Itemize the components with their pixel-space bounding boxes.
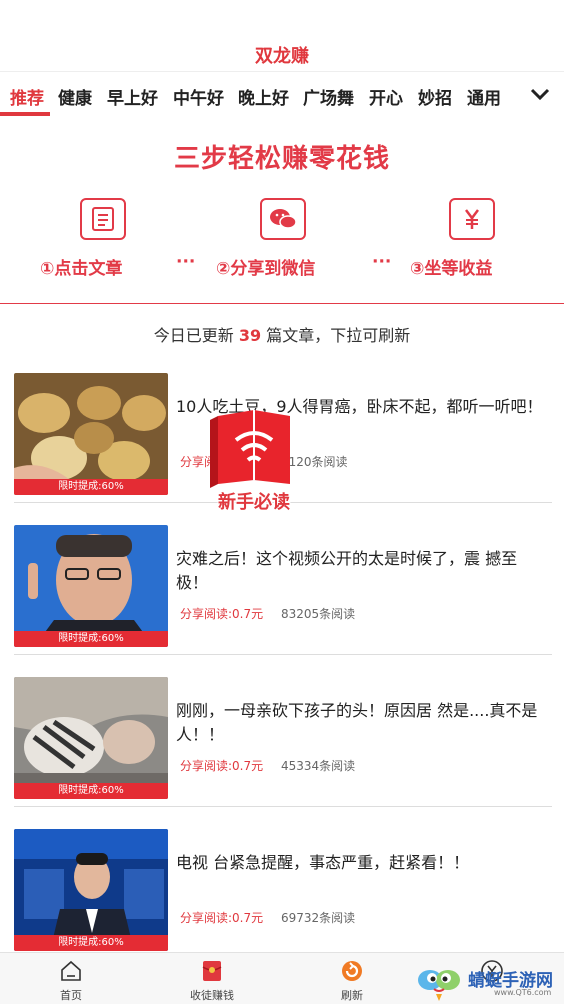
notice-count: 39 bbox=[238, 326, 262, 345]
step-1-label: ①点击文章 bbox=[40, 259, 123, 279]
tab-general[interactable]: 通用 bbox=[467, 84, 501, 109]
nav-home-label: 首页 bbox=[60, 989, 82, 1002]
beginner-guide-label: 新手必读 bbox=[218, 492, 290, 513]
article-reads: 45334条阅读 bbox=[280, 759, 356, 773]
article-title[interactable]: 刚刚，一母亲砍下孩子的头！原因居 然是....真不是人！！ bbox=[176, 699, 546, 747]
article-item[interactable]: 限时提成:60% 灾难之后！这个视频公开的太是时候了，震 撼至极！ 分享阅读:0… bbox=[14, 525, 552, 655]
article-title[interactable]: 电视 台紧急提醒，事态严重，赶紧看！！ bbox=[176, 851, 546, 875]
article-reward: 分享阅读:0.7元 bbox=[180, 911, 264, 925]
tab-active-indicator bbox=[0, 112, 50, 116]
step-3-label: ③坐等收益 bbox=[410, 259, 493, 279]
chevron-down-icon[interactable] bbox=[528, 82, 552, 106]
tab-happy[interactable]: 开心 bbox=[369, 84, 403, 109]
site-watermark: 蜻蜓手游网 www.QT6.com bbox=[416, 958, 564, 1004]
nav-refresh-label: 刷新 bbox=[341, 989, 363, 1002]
refresh-icon bbox=[342, 961, 362, 981]
commission-tag: 限时提成:60% bbox=[14, 935, 168, 951]
step-2-label: ②分享到微信 bbox=[216, 259, 316, 279]
document-icon bbox=[80, 198, 126, 240]
wechat-icon bbox=[260, 198, 306, 240]
article-meta: 分享阅读:0.7元 69732条阅读 bbox=[180, 909, 355, 926]
article-thumbnail: 限时提成:60% bbox=[14, 373, 168, 495]
article-item[interactable]: 限时提成:60% 刚刚，一母亲砍下孩子的头！原因居 然是....真不是人！！ 分… bbox=[14, 677, 552, 807]
article-reads: 83205条阅读 bbox=[280, 607, 356, 621]
tab-good-evening[interactable]: 晚上好 bbox=[238, 84, 289, 109]
category-tabs: 推荐 健康 早上好 中午好 晚上好 广场舞 开心 妙招 通用 bbox=[0, 80, 564, 116]
dragonfly-logo-icon bbox=[418, 970, 460, 1001]
banner-title: 三步轻松赚零花钱 bbox=[173, 144, 390, 174]
app-title: 双龙赚 bbox=[255, 46, 309, 67]
article-thumbnail: 限时提成:60% bbox=[14, 677, 168, 799]
nav-refresh[interactable]: 刷新 bbox=[312, 957, 392, 1003]
article-thumbnail: 限时提成:60% bbox=[14, 525, 168, 647]
app-header: 双龙赚 bbox=[0, 0, 564, 72]
article-thumbnail: 限时提成:60% bbox=[14, 829, 168, 951]
update-notice: 今日已更新 39 篇文章，下拉可刷新 bbox=[0, 322, 564, 346]
article-item[interactable]: 限时提成:60% 电视 台紧急提醒，事态严重，赶紧看！！ 分享阅读:0.7元 6… bbox=[14, 829, 552, 951]
home-icon bbox=[61, 960, 81, 981]
notice-suffix: 篇文章，下拉可刷新 bbox=[266, 326, 411, 345]
commission-tag: 限时提成:60% bbox=[14, 479, 168, 495]
tab-tips[interactable]: 妙招 bbox=[418, 84, 452, 109]
article-meta: 分享阅读:0.7元 45334条阅读 bbox=[180, 757, 355, 774]
book-icon bbox=[210, 410, 290, 488]
watermark-url: www.QT6.com bbox=[494, 988, 552, 997]
yuan-icon bbox=[449, 198, 495, 240]
tab-square-dance[interactable]: 广场舞 bbox=[303, 84, 354, 109]
how-it-works-banner: 三步轻松赚零花钱 ①点击文章 ··· ②分享到微信 ··· ③坐等收益 bbox=[0, 120, 564, 304]
step-separator: ··· bbox=[372, 252, 392, 272]
nav-recruit[interactable]: 收徒赚钱 bbox=[172, 957, 252, 1003]
commission-tag: 限时提成:60% bbox=[14, 631, 168, 647]
article-title[interactable]: 灾难之后！这个视频公开的太是时候了，震 撼至极！ bbox=[176, 547, 546, 595]
article-reward: 分享阅读:0.7元 bbox=[180, 607, 264, 621]
commission-tag: 限时提成:60% bbox=[14, 783, 168, 799]
tab-good-morning[interactable]: 早上好 bbox=[107, 84, 158, 109]
notice-prefix: 今日已更新 bbox=[153, 326, 234, 345]
article-reward: 分享阅读:0.7元 bbox=[180, 759, 264, 773]
tab-recommend[interactable]: 推荐 bbox=[10, 84, 44, 109]
article-meta: 分享阅读:0.7元 83205条阅读 bbox=[180, 605, 355, 622]
nav-recruit-label: 收徒赚钱 bbox=[190, 989, 234, 1002]
tab-good-noon[interactable]: 中午好 bbox=[173, 84, 224, 109]
beginner-guide-button[interactable]: 新手必读 bbox=[206, 410, 302, 520]
article-reads: 69732条阅读 bbox=[280, 911, 356, 925]
red-envelope-icon bbox=[202, 961, 222, 981]
nav-home[interactable]: 首页 bbox=[31, 957, 111, 1003]
step-separator: ··· bbox=[176, 252, 196, 272]
tab-health[interactable]: 健康 bbox=[58, 84, 92, 109]
